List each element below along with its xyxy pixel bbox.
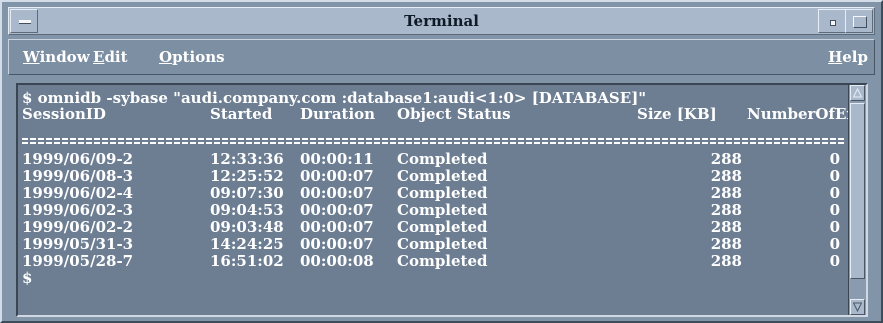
header-started: Started — [210, 105, 273, 123]
session-row: 1999/06/08-3 12:25:52 00:00:07 Completed 288… — [22, 168, 844, 185]
cell-error-count: 0 — [829, 201, 840, 219]
cell-object-status: Completed — [397, 235, 488, 253]
cell-error-count: 0 — [829, 218, 840, 236]
cell-session-id: 1999/06/09-2 — [22, 150, 134, 168]
cell-object-status: Completed — [397, 150, 488, 168]
cell-object-status: Completed — [397, 201, 488, 219]
cell-object-status: Completed — [397, 167, 488, 185]
cell-size-kb: 288 — [710, 218, 742, 236]
cell-session-id: 1999/05/31-3 — [22, 235, 134, 253]
cell-started: 09:04:53 — [210, 201, 284, 219]
cell-object-status: Completed — [397, 218, 488, 236]
header-object-status: Object Status — [397, 105, 511, 123]
title-bar[interactable]: Terminal — [8, 7, 875, 35]
arrow-up-icon — [853, 88, 862, 98]
cell-size-kb: 288 — [710, 167, 742, 185]
vertical-scrollbar[interactable] — [848, 85, 866, 315]
maximize-button[interactable] — [845, 9, 873, 33]
cell-object-status: Completed — [397, 184, 488, 202]
cell-session-id: 1999/06/02-3 — [22, 201, 134, 219]
cell-duration: 00:00:07 — [300, 167, 374, 185]
scroll-up-button[interactable] — [850, 85, 865, 101]
session-row: 1999/06/02-2 09:03:48 00:00:07 Completed 288… — [22, 219, 844, 236]
cell-duration: 00:00:07 — [300, 184, 374, 202]
terminal-frame: $ omnidb -sybase "audi.company.com :data… — [16, 83, 868, 317]
menu-edit[interactable]: Edit — [93, 48, 128, 66]
cell-session-id: 1999/06/02-2 — [22, 218, 134, 236]
cell-duration: 00:00:07 — [300, 235, 374, 253]
cell-error-count: 0 — [829, 235, 840, 253]
window-menu-button[interactable] — [10, 9, 38, 33]
window-menu-icon — [19, 20, 31, 24]
cell-session-id: 1999/06/08-3 — [22, 167, 134, 185]
header-session-id: SessionID — [22, 105, 106, 123]
cell-object-status: Completed — [397, 252, 488, 270]
menu-help[interactable]: Help — [828, 48, 868, 66]
cell-started: 16:51:02 — [210, 252, 284, 270]
terminal-window: Terminal Window Edit Options Help $ omni… — [0, 0, 883, 323]
cell-size-kb: 288 — [710, 235, 742, 253]
session-row: 1999/05/28-7 16:51:02 00:00:08 Completed 288… — [22, 253, 844, 270]
header-duration: Duration — [300, 105, 376, 123]
cell-started: 09:07:30 — [210, 184, 284, 202]
menu-window[interactable]: Window — [23, 48, 90, 66]
cell-size-kb: 288 — [710, 252, 742, 270]
cell-duration: 00:00:11 — [300, 150, 374, 168]
header-row: SessionID Started Duration Object Status… — [22, 105, 848, 123]
cell-size-kb: 288 — [710, 184, 742, 202]
scroll-down-button[interactable] — [850, 299, 865, 315]
cell-started: 12:25:52 — [210, 167, 284, 185]
minimize-icon — [830, 20, 836, 26]
cell-started: 12:33:36 — [210, 150, 284, 168]
session-row: 1999/06/02-4 09:07:30 00:00:07 Completed 288… — [22, 185, 844, 202]
cell-started: 14:24:25 — [210, 235, 284, 253]
maximize-icon — [853, 16, 867, 28]
menu-options[interactable]: Options — [159, 48, 225, 66]
cell-duration: 00:00:07 — [300, 218, 374, 236]
cell-duration: 00:00:08 — [300, 252, 374, 270]
header-errors: NumberOfEr — [747, 105, 848, 123]
cell-started: 09:03:48 — [210, 218, 284, 236]
separator-line — [22, 138, 844, 140]
cell-session-id: 1999/05/28-7 — [22, 252, 134, 270]
menu-bar: Window Edit Options Help — [8, 39, 875, 75]
cell-size-kb: 288 — [710, 150, 742, 168]
cell-error-count: 0 — [829, 150, 840, 168]
scrollbar-thumb[interactable] — [850, 103, 865, 279]
cell-duration: 00:00:07 — [300, 201, 374, 219]
cell-error-count: 0 — [829, 167, 840, 185]
cell-session-id: 1999/06/02-4 — [22, 184, 134, 202]
arrow-down-icon — [853, 302, 862, 312]
window-title: Terminal — [404, 12, 479, 30]
terminal-output[interactable]: $ omnidb -sybase "audi.company.com :data… — [18, 85, 848, 315]
header-size: Size [KB] — [637, 105, 717, 123]
cell-error-count: 0 — [829, 184, 840, 202]
cell-size-kb: 288 — [710, 201, 742, 219]
session-row: 1999/05/31-3 14:24:25 00:00:07 Completed 288… — [22, 236, 844, 253]
session-row: 1999/06/09-2 12:33:36 00:00:11 Completed 288… — [22, 151, 844, 168]
separator-line-lower — [22, 142, 844, 144]
session-row: 1999/06/02-3 09:04:53 00:00:07 Completed 288… — [22, 202, 844, 219]
shell-prompt: $ — [22, 269, 33, 287]
cell-error-count: 0 — [829, 252, 840, 270]
minimize-button[interactable] — [818, 9, 846, 33]
